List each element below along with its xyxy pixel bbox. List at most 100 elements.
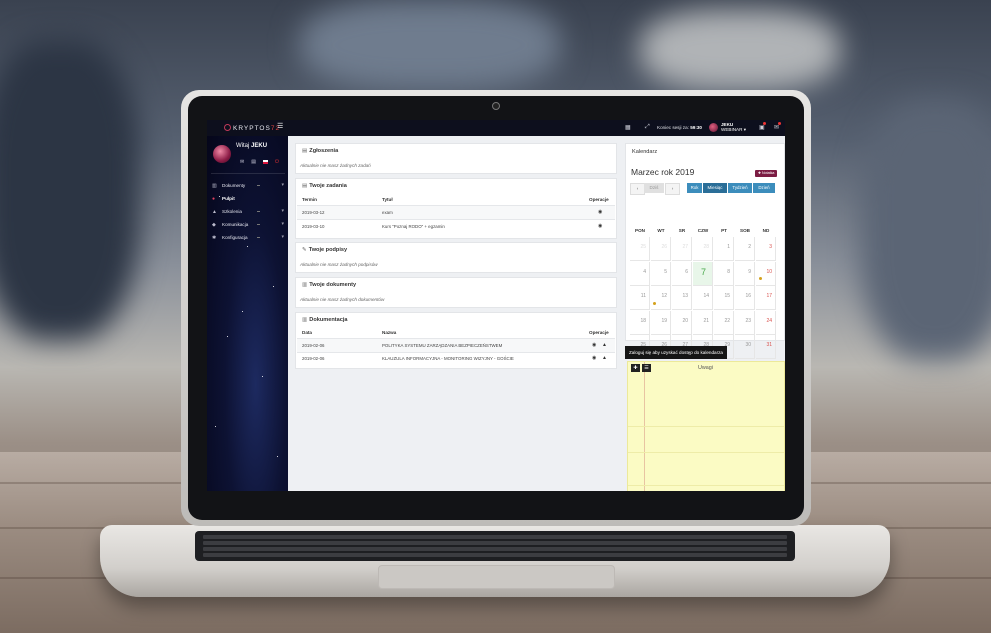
calendar-day-cell[interactable]: 14 <box>693 286 713 310</box>
welcome-prefix: Witaj <box>236 143 250 149</box>
calendar-day-number: 19 <box>661 317 667 324</box>
signature-icon: ✎ <box>302 247 307 253</box>
sidebar-item-label: Pulpit <box>222 196 235 201</box>
calendar-day-cell[interactable]: 1 <box>714 237 734 261</box>
profile-avatar[interactable] <box>213 145 231 163</box>
doc-date: 2019-02-06 <box>302 356 325 361</box>
view-week-button[interactable]: Tydzień <box>728 183 752 193</box>
bell-icon[interactable]: ▣ <box>759 124 765 131</box>
calendar-day-cell[interactable]: 3 <box>756 237 776 261</box>
book-icon[interactable]: ▤ <box>251 159 256 165</box>
eye-icon[interactable]: ◉ <box>592 342 596 348</box>
calendar-day-number: 10 <box>766 268 772 275</box>
task-title[interactable]: exam <box>382 210 393 215</box>
calendar-day-cell[interactable]: 10 <box>756 261 776 286</box>
add-icon[interactable]: ✚ <box>631 364 640 372</box>
calendar-day-number: 23 <box>745 317 751 324</box>
eye-icon[interactable]: ◉ <box>598 223 602 229</box>
graduation-cap-icon: ▲ <box>212 209 217 215</box>
calendar-day-number: 24 <box>766 317 772 324</box>
calendar-day-number: 14 <box>703 293 709 299</box>
calendar-day-cell[interactable]: 17 <box>756 286 776 310</box>
view-year-button[interactable]: Rok <box>687 183 702 193</box>
calendar-day-cell[interactable]: 11 <box>630 286 650 310</box>
main-content: ▤ Zgłoszenia Aktualnie nie masz żadnych z… <box>288 136 785 491</box>
calendar-day-cell[interactable]: 24 <box>756 310 776 335</box>
calendar-day-cell[interactable]: 9 <box>735 261 755 286</box>
calendar-day-cell[interactable]: 22 <box>714 310 734 335</box>
calendar-day-cell[interactable]: 27 <box>672 237 692 261</box>
calendar-day-cell[interactable]: 26 <box>651 237 671 261</box>
calendar-day-cell[interactable]: 21 <box>693 310 713 335</box>
view-month-button[interactable]: Miesiąc <box>703 183 727 193</box>
calendar-day-cell[interactable]: 30 <box>735 335 755 359</box>
warning-icon[interactable]: ▲ <box>602 355 607 361</box>
book-icon: ▥ <box>302 282 308 288</box>
event-dot[interactable] <box>759 277 762 280</box>
warning-icon[interactable]: ▲ <box>602 342 607 348</box>
calendar-day-cell[interactable]: 18 <box>630 310 650 335</box>
calendar-day-cell[interactable]: 5 <box>651 261 671 286</box>
envelope-icon[interactable]: ✉ <box>240 159 244 165</box>
task-date: 2019-03-10 <box>302 224 325 229</box>
calendar-day-cell[interactable]: 13 <box>672 286 692 310</box>
user-menu[interactable]: JEKU WEBINAR ▾ <box>721 122 746 132</box>
calendar-day-cell[interactable]: 2 <box>735 237 755 261</box>
app-logo[interactable]: KRYPTOS72 <box>224 124 280 132</box>
user-role: WEBINAR <box>721 127 743 132</box>
fullscreen-icon[interactable]: ⤢ <box>645 124 650 131</box>
event-dot[interactable] <box>653 302 656 305</box>
add-note-button[interactable]: ✚ Notatka <box>755 170 778 177</box>
calendar-day-number: 8 <box>727 268 730 275</box>
calendar-day-cell[interactable]: 4 <box>630 261 650 286</box>
calendar-day-cell[interactable]: 19 <box>651 310 671 335</box>
doc-name[interactable]: KLAUZULA INFORMACYJNA - MONITORING WIZYJ… <box>382 356 514 361</box>
calendar-day-cell[interactable]: 12 <box>651 286 671 310</box>
empty-message: Aktualnie nie masz żadnych zadań <box>300 163 371 168</box>
calendar-day-number: 16 <box>745 293 751 299</box>
view-day-button[interactable]: Dzień <box>753 183 775 193</box>
eye-icon[interactable]: ◉ <box>592 355 596 361</box>
menu-icon[interactable]: ☰ <box>277 123 284 130</box>
calendar-day-number: 3 <box>769 244 772 250</box>
mail-icon[interactable]: ✉ <box>774 124 779 131</box>
calendar-day-cell[interactable]: 16 <box>735 286 755 310</box>
column-header: Operacje <box>589 330 609 335</box>
user-avatar[interactable] <box>709 123 718 132</box>
calendar-day-number: 31 <box>766 342 772 348</box>
calendar-day-cell[interactable]: 6 <box>672 261 692 286</box>
calendar-day-cell[interactable]: 25 <box>630 237 650 261</box>
task-title[interactable]: Kurs "Poznaj RODO" + egzamin <box>382 224 445 229</box>
calendar-day-cell[interactable]: 8 <box>714 261 734 286</box>
sidebar-item-szkolenia[interactable]: ▲ Szkolenia ▾ <box>211 206 287 219</box>
doc-name[interactable]: POLITYKA SYSTEMU ZARZĄDZANIA BEZPIECZEŃS… <box>382 343 502 348</box>
list-icon[interactable]: ☰ <box>642 364 651 372</box>
sidebar-item-pulpit[interactable]: ● Pulpit <box>211 193 287 206</box>
next-month-button[interactable]: › <box>665 183 680 195</box>
power-icon[interactable]: ⏻ <box>275 159 279 165</box>
sidebar-item-label: Dokumenty <box>222 183 246 188</box>
mail-badge <box>778 122 781 125</box>
calendar-day-number: 9 <box>748 268 751 275</box>
calendar-day-cell[interactable]: 28 <box>693 237 713 261</box>
sidebar-item-konfiguracja[interactable]: ✱ Konfiguracja ▾ <box>211 232 287 245</box>
calendar-day-cell[interactable]: 31 <box>756 335 776 359</box>
calendar-day-cell[interactable]: 20 <box>672 310 692 335</box>
chevron-down-icon: ▾ <box>281 208 284 214</box>
today-button[interactable]: Dziś <box>644 183 664 193</box>
sidebar-item-dokumenty[interactable]: ▥ Dokumenty ▾ <box>211 180 287 193</box>
calendar-icon[interactable]: ▦ <box>625 124 631 131</box>
calendar-day-number: 12 <box>661 293 667 299</box>
prev-month-button[interactable]: ‹ <box>630 183 645 195</box>
sidebar-item-komunikacja[interactable]: ◆ Komunikacja ▾ <box>211 219 287 232</box>
notification-badge <box>763 122 766 125</box>
session-time: 59:30 <box>690 125 702 130</box>
calendar-day-cell[interactable]: 23 <box>735 310 755 335</box>
calendar-day-cell[interactable]: 7 <box>693 261 713 286</box>
book-icon: ▥ <box>302 317 308 323</box>
polish-flag-icon[interactable] <box>262 159 268 165</box>
empty-message: Aktualnie nie masz żadnych podpisów <box>300 262 378 267</box>
notes-title: Uwagi <box>698 365 713 371</box>
calendar-day-cell[interactable]: 15 <box>714 286 734 310</box>
eye-icon[interactable]: ◉ <box>598 209 602 215</box>
